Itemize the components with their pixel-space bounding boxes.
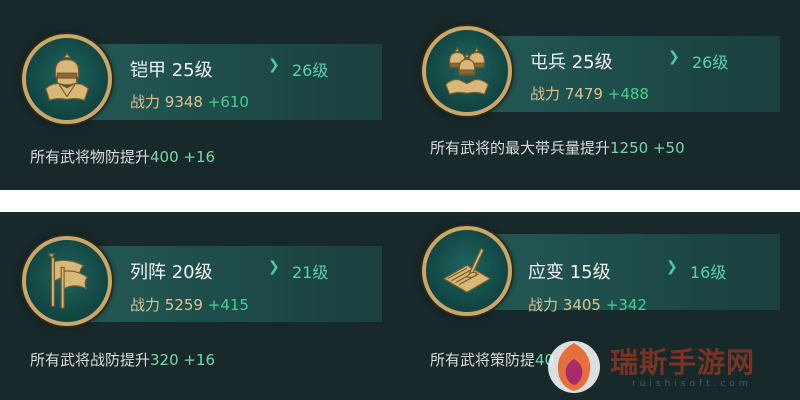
power-label: 战力 [130, 93, 161, 111]
skill-name: 列阵 20级 [130, 262, 213, 283]
watermark-url: ruishisoft.com [632, 379, 752, 389]
armor-icon [22, 34, 112, 124]
effect-text: 所有武将物防提升 [30, 148, 151, 166]
skill-name: 应变 15级 [528, 262, 611, 283]
power-label: 战力 [130, 296, 161, 314]
chevron-right-icon: ❯ [268, 259, 280, 275]
effect-text: 所有武将的最大带兵量提升 [430, 139, 611, 157]
power-increase: +415 [207, 296, 249, 314]
watermark-text: 瑞斯手游网 [610, 346, 756, 379]
card-formation[interactable]: 列阵 20级 ❯ 21级 战力 5259 +415 所有武将战防提升320 +1… [0, 212, 400, 400]
skill-name: 铠甲 25级 [130, 60, 213, 81]
next-level: 26级 [692, 53, 729, 72]
power-label: 战力 [530, 85, 561, 103]
skill-name: 屯兵 25级 [530, 52, 613, 73]
chevron-right-icon: ❯ [666, 259, 678, 275]
effect-description: 所有武将物防提升400 +16 [30, 146, 215, 167]
power-stat: 战力 5259 +415 [130, 294, 249, 315]
power-increase: +488 [607, 85, 649, 103]
site-watermark: 瑞斯手游网 ruishisoft.com [540, 335, 800, 400]
effect-value: 320 +16 [150, 351, 216, 369]
power-label: 战力 [528, 296, 559, 314]
chevron-right-icon: ❯ [668, 49, 680, 65]
chevron-right-icon: ❯ [268, 57, 280, 73]
power-value: 5259 [164, 296, 203, 314]
power-increase: +610 [207, 93, 249, 111]
power-increase: +342 [605, 296, 647, 314]
power-stat: 战力 3405 +342 [528, 294, 647, 315]
power-value: 3405 [562, 296, 601, 314]
power-value: 7479 [564, 85, 603, 103]
troops-icon [422, 26, 512, 116]
power-stat: 战力 7479 +488 [530, 83, 649, 104]
upgrade-panel-top: 铠甲 25级 ❯ 26级 战力 9348 +610 所有武将物防提升400 +1… [0, 0, 800, 190]
next-level: 26级 [292, 61, 329, 80]
card-armor[interactable]: 铠甲 25级 ❯ 26级 战力 9348 +610 所有武将物防提升400 +1… [0, 0, 400, 190]
flame-logo-icon [548, 341, 600, 393]
effect-text: 所有武将战防提升 [30, 351, 151, 369]
effect-text: 所有武将策防提 [430, 351, 536, 369]
scroll-brush-icon [422, 226, 512, 316]
card-troops[interactable]: 屯兵 25级 ❯ 26级 战力 7479 +488 所有武将的最大带兵量提升12… [400, 0, 800, 190]
next-level: 21级 [292, 263, 329, 282]
effect-description: 所有武将战防提升320 +16 [30, 349, 215, 370]
effect-description: 所有武将的最大带兵量提升1250 +50 [430, 137, 685, 158]
next-level: 16级 [690, 263, 727, 282]
effect-value: 400 +16 [150, 148, 216, 166]
power-stat: 战力 9348 +610 [130, 91, 249, 112]
banner-icon [22, 236, 112, 326]
effect-value: 1250 +50 [610, 139, 685, 157]
power-value: 9348 [164, 93, 203, 111]
